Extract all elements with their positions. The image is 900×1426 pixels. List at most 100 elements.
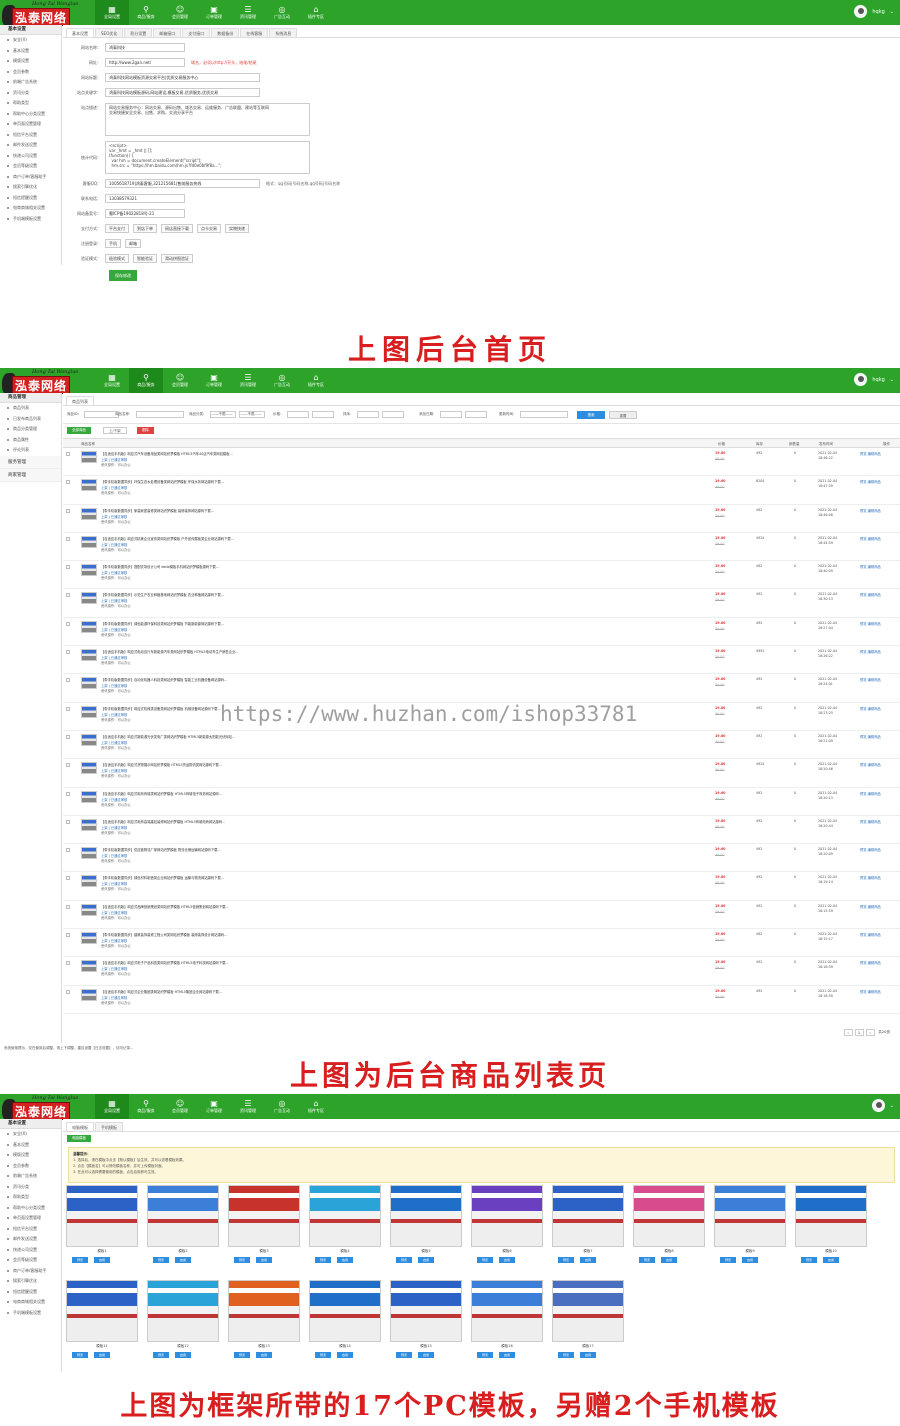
template-thumbnail[interactable] — [309, 1185, 381, 1247]
row-checkbox[interactable] — [66, 933, 70, 938]
template-thumbnail[interactable] — [309, 1280, 381, 1342]
row-checkbox[interactable] — [66, 452, 70, 456]
sidebar-item[interactable]: 商户订单/客服助手 — [0, 1266, 61, 1277]
preview-button[interactable]: 预览 — [801, 1257, 817, 1263]
reset-button[interactable]: 重置 — [609, 411, 637, 419]
product-title[interactable]: 【带手机版数据同步】自动化机器人科技类网站织梦模板 智能工业机器设备网站源码..… — [101, 677, 227, 682]
product-title[interactable]: 【带手机版数据同步】示范生产农业种植基地网站织梦模板 农业种植网站源码下载... — [101, 592, 224, 597]
settings-tab[interactable]: 支付接口 — [182, 28, 211, 37]
product-actions[interactable]: 预览 编辑商品 — [860, 451, 881, 456]
sidebar-item[interactable]: 短信提醒设置 — [0, 1287, 61, 1298]
nav-plugins[interactable]: ⌂ 插件专区 — [299, 0, 333, 25]
product-title[interactable]: 【带手机版数据同步】供应链物流厂家网站织梦模板 物流仓储运输网站源码下载... — [101, 847, 221, 852]
sidebar-item[interactable]: 快递公司设置 — [0, 151, 61, 162]
nav-plugins[interactable]: ⌂ 插件专区 — [299, 368, 333, 393]
template-thumbnail[interactable] — [795, 1185, 867, 1247]
enable-button[interactable]: 启用 — [175, 1257, 191, 1263]
row-checkbox[interactable] — [66, 734, 70, 739]
sidebar-item[interactable]: 商品属性 — [0, 435, 61, 446]
icp-input[interactable]: 蜀ICP备19022818号-21 — [105, 209, 185, 218]
enable-button[interactable]: 启用 — [337, 1257, 353, 1263]
preview-button[interactable]: 预览 — [72, 1257, 88, 1263]
nav-global-settings[interactable]: ▦ 全局设置 — [95, 1094, 129, 1119]
sidebar-item[interactable]: 邮件发送设置 — [0, 140, 61, 151]
sidebar-item[interactable]: 安全(X) — [0, 1129, 61, 1140]
nav-ads[interactable]: ◎ 广告互动 — [265, 368, 299, 393]
nav-orders[interactable]: ▣ 订单管理 — [197, 0, 231, 25]
template-card[interactable]: 模板8 预览 启用 — [633, 1185, 705, 1275]
product-title[interactable]: 【自适应手机版】响应式精美企业宣传类网站织梦模板 户外宣传展板类企业网站源码下载… — [101, 536, 234, 541]
date-from-input[interactable] — [439, 411, 462, 418]
preview-button[interactable]: 预览 — [234, 1257, 250, 1263]
product-actions[interactable]: 预览 编辑商品 — [860, 960, 881, 965]
settings-tab[interactable]: SEO优化 — [95, 28, 124, 37]
settings-tab[interactable]: 邮箱接口 — [153, 28, 182, 37]
sidebar-item[interactable]: 会员等级设置 — [0, 161, 61, 172]
sidebar-item[interactable]: 电商商城相关设置 — [0, 203, 61, 214]
nav-global-settings[interactable]: ▦ 全局设置 — [95, 0, 129, 25]
product-actions[interactable]: 预览 编辑商品 — [860, 734, 881, 739]
sidebar-item[interactable]: 模版设置 — [0, 56, 61, 67]
option-checkbox[interactable]: 网店直接下载 — [161, 224, 193, 233]
sort-min-input[interactable] — [356, 411, 379, 418]
row-checkbox[interactable] — [66, 565, 70, 570]
sidebar-item[interactable]: 模版设置 — [0, 1150, 61, 1161]
template-card[interactable]: 模板1 预览 启用 — [66, 1185, 138, 1275]
verify-mode-option[interactable]: 极验模式 — [105, 254, 129, 263]
sidebar-item[interactable]: 单页面设置管理 — [0, 119, 61, 130]
nav-members[interactable]: ☺ 会员管理 — [163, 1094, 197, 1119]
template-card[interactable]: 模板16 预览 启用 — [471, 1280, 543, 1370]
template-thumbnail[interactable] — [471, 1185, 543, 1247]
template-thumbnail[interactable] — [390, 1185, 462, 1247]
date-to-input[interactable] — [464, 411, 487, 418]
nav-news[interactable]: ☰ 资讯管理 — [231, 368, 265, 393]
template-thumbnail[interactable] — [147, 1280, 219, 1342]
category-select-2[interactable]: ——不限—— — [238, 411, 265, 418]
page-1[interactable]: 1 — [854, 1029, 864, 1036]
product-title[interactable]: 【带手机版数据同步】搭配农场设计公司 dede模板手机网站织梦模板源码下载... — [101, 564, 219, 569]
template-card[interactable]: 模板14 预览 启用 — [309, 1280, 381, 1370]
price-max-input[interactable] — [311, 411, 334, 418]
product-title[interactable]: 【自适应手机版】响应式货物展示网站织梦模板 HTML5货运物流类网站源码下载..… — [101, 762, 222, 767]
nav-products[interactable]: ⚲ 商品/服务 — [129, 1094, 163, 1119]
enable-button[interactable]: 启用 — [337, 1352, 353, 1358]
preview-button[interactable]: 预览 — [72, 1352, 88, 1358]
stats-code-textarea[interactable]: <script> var _hmt = _hmt || []; (functio… — [105, 141, 310, 174]
sidebar-item[interactable]: 前端广告系统 — [0, 77, 61, 88]
enable-button[interactable]: 启用 — [580, 1257, 596, 1263]
template-card[interactable]: 模板3 预览 启用 — [228, 1185, 300, 1275]
product-actions[interactable]: 预览 编辑商品 — [860, 932, 881, 937]
settings-tab[interactable]: 数据备份 — [211, 28, 240, 37]
template-card[interactable]: 模板4 预览 启用 — [309, 1185, 381, 1275]
enable-button[interactable]: 启用 — [418, 1352, 434, 1358]
template-thumbnail[interactable] — [552, 1185, 624, 1247]
sidebar-item[interactable]: 评论列表 — [0, 445, 61, 456]
template-thumbnail[interactable] — [552, 1280, 624, 1342]
product-title[interactable]: 【自适应手机版】响应式电商商城类网站织梦模板 HTML5商城电子商务网站源码..… — [101, 791, 222, 796]
nav-members[interactable]: ☺ 会员管理 — [163, 368, 197, 393]
sidebar-item[interactable]: 短信平台设置 — [0, 1224, 61, 1235]
row-checkbox[interactable] — [66, 508, 70, 513]
page-prev[interactable]: ‹ — [843, 1029, 853, 1036]
description-textarea[interactable]: 网站交易服务中心：网站交易、源码出售、域名交易、运维服务、广告联盟、建站等互联网… — [105, 103, 310, 136]
nav-ads[interactable]: ◎ 广告互动 — [265, 0, 299, 25]
keywords-input[interactable]: 鸿泰科技网站模板源码,网站建设,模板交易,优质服务,优质交易 — [105, 88, 260, 97]
preview-button[interactable]: 预览 — [396, 1257, 412, 1263]
enable-button[interactable]: 启用 — [580, 1352, 596, 1358]
settings-tab[interactable]: 系统消息 — [269, 28, 298, 37]
product-title[interactable]: 【带手机版数据同步】家装家居装修类网站织梦模板 装修装饰网站源码下载... — [101, 508, 214, 513]
preview-button[interactable]: 预览 — [234, 1352, 250, 1358]
row-checkbox[interactable] — [66, 961, 70, 966]
settings-tab[interactable]: 积分设置 — [124, 28, 153, 37]
product-title[interactable]: 【自适应手机版】响应式品牌营销策划类网站织梦模板 HTML5营销策划网站源码下载… — [101, 904, 229, 909]
nav-members[interactable]: ☺ 会员管理 — [163, 0, 197, 25]
preview-button[interactable]: 预览 — [315, 1257, 331, 1263]
enable-button[interactable]: 启用 — [661, 1257, 677, 1263]
template-thumbnail[interactable] — [633, 1185, 705, 1247]
option-checkbox[interactable]: 实物快递 — [225, 224, 249, 233]
sidebar-item[interactable]: 手机端模板设置 — [0, 214, 61, 225]
settings-tab[interactable]: 在线客服 — [240, 28, 269, 37]
sidebar-item[interactable]: 资讯分类 — [0, 88, 61, 99]
preview-button[interactable]: 预览 — [477, 1352, 493, 1358]
sort-max-input[interactable] — [381, 411, 404, 418]
